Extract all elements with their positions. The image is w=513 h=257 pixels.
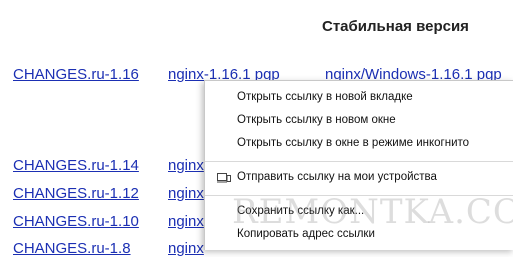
menu-open-new-tab[interactable]: Открыть ссылку в новой вкладке [205,87,513,109]
menu-save-link-as-label: Сохранить ссылку как... [237,205,365,217]
link-changes-1-10[interactable]: CHANGES.ru-1.10 [13,213,139,230]
link-context-menu: Открыть ссылку в новой вкладке Открыть с… [204,80,513,250]
link-nginx-1-10[interactable]: nginx [168,213,204,230]
menu-open-incognito[interactable]: Открыть ссылку в окне в режиме инкогнито [205,133,513,155]
link-nginx-1-14[interactable]: nginx [168,157,204,174]
menu-open-incognito-label: Открыть ссылку в окне в режиме инкогнито [237,137,470,149]
menu-send-to-devices-label: Отправить ссылку на мои устройства [237,171,437,183]
link-changes-1-16[interactable]: CHANGES.ru-1.16 [13,66,139,83]
stable-version-heading: Стабильная версия [322,18,469,35]
menu-save-link-as[interactable]: Сохранить ссылку как... [205,201,513,223]
link-nginx-1-12[interactable]: nginx [168,185,204,202]
menu-open-new-window-label: Открыть ссылку в новом окне [237,114,396,126]
link-changes-1-14[interactable]: CHANGES.ru-1.14 [13,157,139,174]
menu-open-new-window[interactable]: Открыть ссылку в новом окне [205,110,513,132]
menu-copy-link-address[interactable]: Копировать адрес ссылки [205,224,513,246]
menu-copy-link-address-label: Копировать адрес ссылки [237,228,375,240]
menu-open-new-tab-label: Открыть ссылку в новой вкладке [237,91,413,103]
devices-icon [217,172,231,184]
link-changes-1-12[interactable]: CHANGES.ru-1.12 [13,185,139,202]
menu-separator [205,161,513,162]
menu-send-to-devices[interactable]: Отправить ссылку на мои устройства [205,167,513,189]
menu-separator [205,195,513,196]
